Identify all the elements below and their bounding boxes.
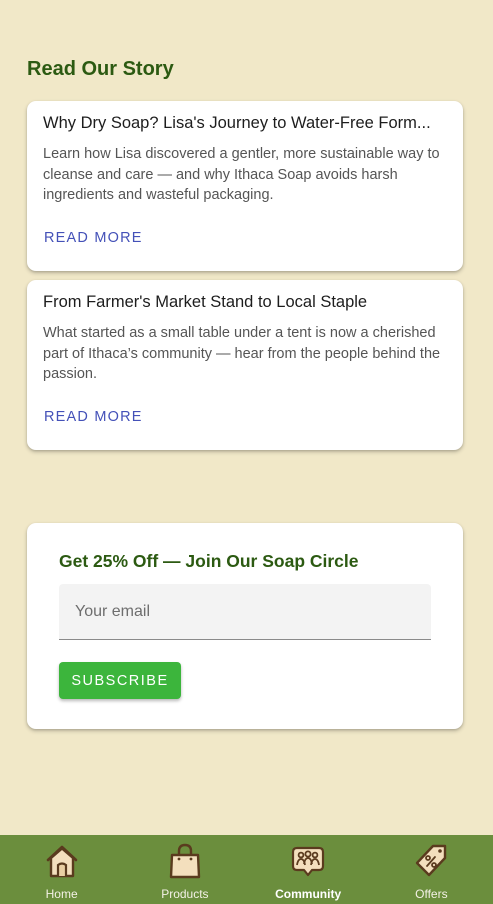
bottom-nav: Home Products Community Offers <box>0 835 493 904</box>
home-icon <box>46 845 77 878</box>
nav-label: Products <box>161 887 209 901</box>
section-title: Read Our Story <box>27 58 174 80</box>
offer-tag-icon <box>416 844 447 877</box>
nav-item-community[interactable]: Community <box>247 835 370 904</box>
nav-label: Offers <box>415 887 448 901</box>
article-excerpt: What started as a small table under a te… <box>43 325 441 382</box>
shopping-bag-icon <box>169 843 201 879</box>
article-excerpt: Learn how Lisa discovered a gentler, mor… <box>43 146 440 203</box>
read-more-button[interactable]: Read More <box>44 230 143 246</box>
community-icon <box>292 846 325 877</box>
article-title: Why Dry Soap? Lisa's Journey to Water-Fr… <box>43 114 431 132</box>
read-more-button[interactable]: Read More <box>44 409 143 425</box>
newsletter-card: Get 25% Off — Join Our Soap Circle Subsc… <box>27 523 463 729</box>
article-title: From Farmer's Market Stand to Local Stap… <box>43 293 368 311</box>
nav-item-products[interactable]: Products <box>123 835 246 904</box>
article-card: From Farmer's Market Stand to Local Stap… <box>27 280 463 450</box>
nav-item-home[interactable]: Home <box>0 835 123 904</box>
page: Read Our Story Why Dry Soap? Lisa's Jour… <box>0 0 493 904</box>
subscribe-button[interactable]: Subscribe <box>59 662 181 699</box>
nav-label: Home <box>45 887 78 901</box>
newsletter-title: Get 25% Off — Join Our Soap Circle <box>59 551 359 571</box>
email-field[interactable] <box>59 584 431 640</box>
nav-item-offers[interactable]: Offers <box>370 835 493 904</box>
nav-label: Community <box>275 887 342 901</box>
article-card: Why Dry Soap? Lisa's Journey to Water-Fr… <box>27 101 463 271</box>
